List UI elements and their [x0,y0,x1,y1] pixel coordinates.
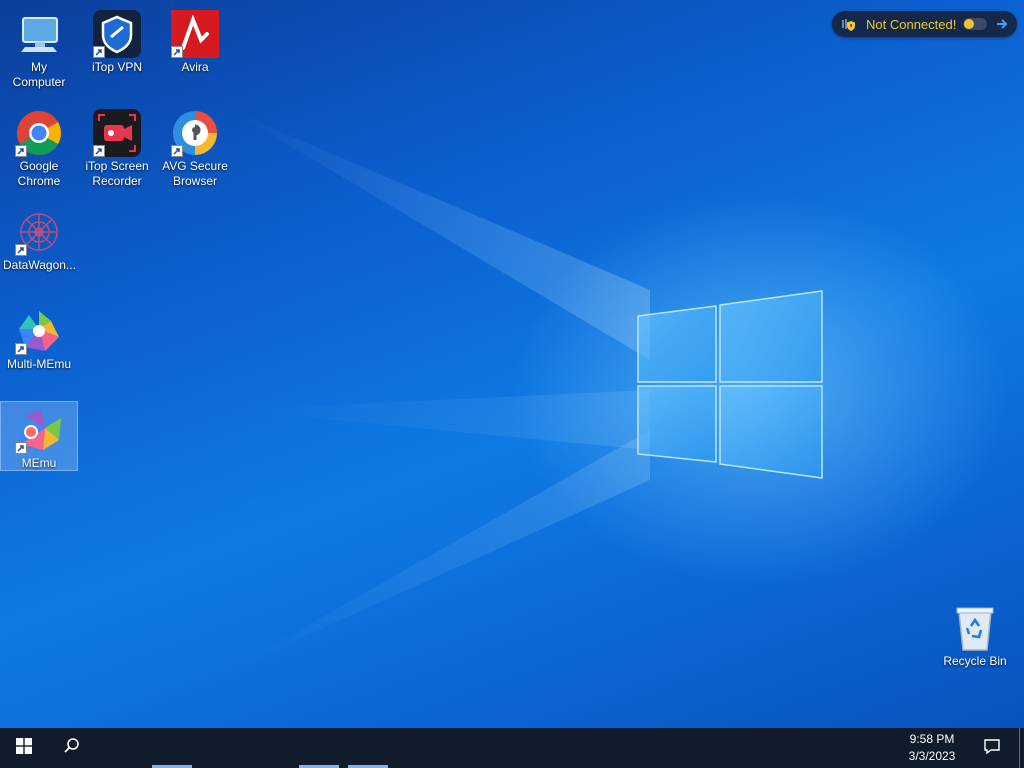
icon-label: AVG Secure Browser [162,159,228,188]
vpn-connect-toggle[interactable] [963,18,987,30]
vpn-status-widget[interactable]: Not Connected! [832,11,1017,37]
icon-label: MEmu [21,456,57,470]
icon-label: Recycle Bin [943,654,1007,668]
avira-icon [171,10,219,58]
arrow-right-icon[interactable] [995,17,1009,31]
windows-start-icon [16,737,32,759]
desktop-icon-datawagon[interactable]: DataWagon... [1,204,77,273]
shield-warning-icon [840,16,856,32]
desktop-icon-avg-secure-browser[interactable]: AVG Secure Browser [157,105,233,189]
start-button[interactable] [0,728,48,768]
itop-vpn-icon [93,10,141,58]
shortcut-arrow-icon [93,145,105,157]
icon-label: iTop Screen Recorder [85,159,149,188]
vpn-status-text: Not Connected! [866,16,957,32]
icon-label: Multi-MEmu [6,357,71,371]
search-icon [63,737,81,760]
icon-label: My Computer [12,60,66,89]
shortcut-arrow-icon [93,46,105,58]
shortcut-arrow-icon [15,244,27,256]
avg-browser-icon [171,109,219,157]
system-clock[interactable]: 9:58 PM 3/3/2023 [902,731,962,765]
memu-icon [15,406,63,454]
clock-time: 9:58 PM [909,732,955,746]
taskbar: 9:58 PM 3/3/2023 [0,728,1024,768]
windows-wallpaper-logo [637,290,823,479]
icon-label: DataWagon... [3,258,76,272]
icon-label: iTop VPN [91,60,143,74]
desktop-icon-recycle-bin[interactable]: Recycle Bin [937,600,1013,669]
toggle-knob [964,19,974,29]
icon-label: Avira [181,60,209,74]
multi-memu-icon [15,307,63,355]
shortcut-arrow-icon [15,145,27,157]
show-desktop-button[interactable] [1019,728,1020,768]
shortcut-arrow-icon [15,442,27,454]
recycle-bin-icon [951,604,999,652]
clock-date: 3/3/2023 [908,749,956,763]
shortcut-arrow-icon [171,145,183,157]
desktop-icon-my-computer[interactable]: My Computer [1,6,77,90]
notification-icon [983,737,1001,760]
desktop-icon-avira[interactable]: Avira [157,6,233,75]
shortcut-arrow-icon [15,343,27,355]
desktop-icon-google-chrome[interactable]: Google Chrome [1,105,77,189]
desktop-icon-multi-memu[interactable]: Multi-MEmu [1,303,77,372]
desktop-icon-itop-screen-recorder[interactable]: iTop Screen Recorder [79,105,155,189]
icon-label: Google Chrome [17,159,61,188]
desktop-icon-itop-vpn[interactable]: iTop VPN [79,6,155,75]
action-center-button[interactable] [972,728,1012,768]
desktop-icon-memu[interactable]: MEmu [0,401,78,471]
chrome-icon [15,109,63,157]
shortcut-arrow-icon [171,46,183,58]
computer-icon [15,10,63,58]
datawagon-icon [15,208,63,256]
search-button[interactable] [48,728,96,768]
screen-recorder-icon [93,109,141,157]
